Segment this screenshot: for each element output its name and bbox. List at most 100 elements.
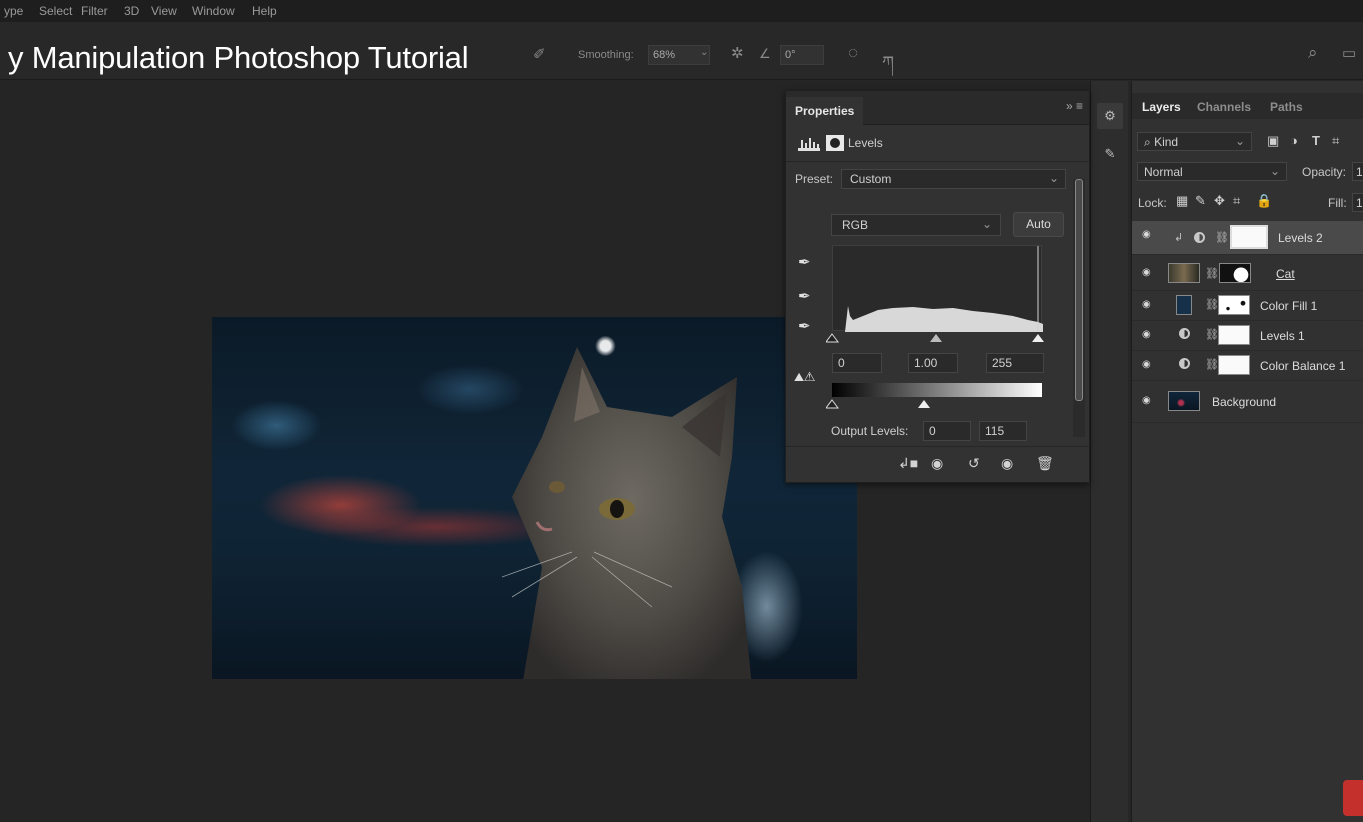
black-eyedropper-icon[interactable]: ✒: [798, 253, 811, 271]
shape-filter-icon[interactable]: ⌗: [1332, 133, 1339, 149]
menu-filter[interactable]: Filter: [81, 4, 108, 18]
properties-header: Properties » ≡: [786, 91, 1089, 125]
adjustment-filter-icon[interactable]: ◑: [1290, 133, 1298, 148]
layer-thumbnail[interactable]: [1168, 263, 1200, 283]
toggle-visibility-icon[interactable]: ◉: [1001, 455, 1013, 472]
tab-properties[interactable]: Properties: [786, 97, 864, 125]
layer-name[interactable]: Levels 2: [1278, 231, 1323, 245]
type-filter-icon[interactable]: T: [1312, 133, 1320, 148]
layer-name[interactable]: Levels 1: [1260, 329, 1305, 343]
scroll-thumb[interactable]: [1075, 179, 1083, 401]
properties-scrollbar[interactable]: [1073, 179, 1085, 437]
tab-layers[interactable]: Layers: [1142, 100, 1181, 114]
brush-dock-icon[interactable]: ✎: [1097, 141, 1123, 167]
fill-label: Fill:: [1328, 196, 1347, 210]
adjustment-layer-icon: [1179, 328, 1190, 339]
lock-artboard-icon[interactable]: ⌗: [1233, 193, 1240, 209]
tab-channels[interactable]: Channels: [1197, 100, 1251, 114]
pixel-filter-icon[interactable]: ▣: [1267, 133, 1279, 149]
menu-type[interactable]: ype: [4, 4, 23, 18]
gear-icon[interactable]: ✲: [731, 44, 744, 62]
layer-name[interactable]: Color Balance 1: [1260, 359, 1345, 373]
pressure-icon[interactable]: ◌: [848, 43, 858, 63]
input-sliders[interactable]: [826, 332, 1048, 346]
eye-icon[interactable]: ◉: [1142, 359, 1151, 370]
angle-input[interactable]: 0°: [780, 45, 824, 65]
menu-3d[interactable]: 3D: [124, 4, 139, 18]
chevron-down-icon[interactable]: ⌄: [700, 47, 708, 58]
eye-icon[interactable]: ◉: [1142, 267, 1151, 278]
output-white-field[interactable]: 115: [979, 421, 1027, 441]
opacity-input[interactable]: 1: [1352, 162, 1363, 181]
search-icon[interactable]: ⌕: [1308, 43, 1318, 63]
output-levels-label: Output Levels:: [831, 424, 909, 438]
layer-thumbnail[interactable]: [1168, 391, 1200, 411]
clip-indicator-icon: ↲: [1174, 232, 1184, 244]
output-black-field[interactable]: 0: [923, 421, 971, 441]
layer-mask-thumbnail[interactable]: [1230, 225, 1268, 249]
clipping-warning-icon[interactable]: ⛰⚠: [794, 370, 815, 385]
subscribe-badge[interactable]: [1343, 780, 1363, 816]
layer-name[interactable]: Color Fill 1: [1260, 299, 1317, 313]
menu-window[interactable]: Window: [192, 4, 235, 18]
layer-row-color-balance-1[interactable]: ◉ ⛓ Color Balance 1: [1132, 351, 1363, 381]
view-previous-icon[interactable]: ◉: [931, 455, 943, 472]
tab-paths[interactable]: Paths: [1270, 100, 1303, 114]
white-eyedropper-icon[interactable]: ✒: [798, 317, 811, 335]
input-white-field[interactable]: 255: [986, 353, 1044, 373]
panel-menu-icon[interactable]: » ≡: [1066, 99, 1083, 113]
input-gamma-field[interactable]: 1.00: [908, 353, 958, 373]
panel-dock-strip: ⚙ ✎: [1090, 81, 1128, 822]
properties-footer: ↲■ ◉ ↺ ◉ 🗑: [786, 446, 1089, 484]
layer-filter-select[interactable]: ⌕ Kind ⌄: [1137, 132, 1252, 151]
link-icon[interactable]: ⛓: [1215, 231, 1229, 244]
lock-all-icon[interactable]: 🔒: [1256, 193, 1272, 209]
lock-transparency-icon[interactable]: ▦: [1176, 193, 1188, 209]
layer-row-levels-2[interactable]: ◉ ↲ ⛓ Levels 2: [1132, 221, 1363, 255]
channel-select[interactable]: RGB ⌄: [831, 214, 1001, 236]
layer-name[interactable]: Background: [1212, 395, 1276, 409]
color-swatch-thumbnail[interactable]: [1176, 295, 1192, 315]
clip-to-layer-icon[interactable]: ↲■: [898, 455, 918, 472]
layer-row-color-fill-1[interactable]: ◉ ⛓ Color Fill 1: [1132, 291, 1363, 321]
reset-icon[interactable]: ↺: [968, 455, 980, 472]
mask-icon[interactable]: [826, 135, 844, 151]
link-icon[interactable]: ⛓: [1205, 267, 1219, 280]
lock-position-icon[interactable]: ✥: [1214, 193, 1225, 209]
menu-select[interactable]: Select: [39, 4, 72, 18]
preset-select[interactable]: Custom ⌄: [841, 169, 1066, 189]
link-icon[interactable]: ⛓: [1205, 358, 1219, 371]
layer-row-background[interactable]: ◉ Background: [1132, 381, 1363, 423]
layer-row-cat[interactable]: ◉ ⛓ Cat: [1132, 255, 1363, 291]
lock-pixels-icon[interactable]: ✎: [1195, 193, 1206, 209]
eye-icon[interactable]: ◉: [1142, 229, 1151, 240]
layer-row-levels-1[interactable]: ◉ ⛓ Levels 1: [1132, 321, 1363, 351]
eye-icon[interactable]: ◉: [1142, 329, 1151, 340]
angle-icon: ∠: [759, 46, 771, 61]
auto-button[interactable]: Auto: [1013, 212, 1064, 237]
menu-view[interactable]: View: [151, 4, 177, 18]
output-sliders[interactable]: [826, 398, 1048, 412]
fill-input[interactable]: 1: [1352, 193, 1363, 212]
properties-panel: Properties » ≡ Levels Preset: Custom ⌄ R…: [785, 90, 1090, 483]
layer-mask-thumbnail[interactable]: [1218, 325, 1250, 345]
link-icon[interactable]: ⛓: [1205, 328, 1219, 341]
smoothing-icon[interactable]: ✐: [533, 45, 546, 63]
workspace-icon[interactable]: ▭: [1342, 44, 1356, 62]
input-black-field[interactable]: 0: [832, 353, 882, 373]
layer-mask-thumbnail[interactable]: [1218, 295, 1250, 315]
eye-icon[interactable]: ◉: [1142, 299, 1151, 310]
adjustment-name: Levels: [848, 136, 883, 150]
eye-icon[interactable]: ◉: [1142, 395, 1151, 406]
layer-mask-thumbnail[interactable]: [1218, 355, 1250, 375]
blend-mode-select[interactable]: Normal ⌄: [1137, 162, 1287, 181]
properties-dock-icon[interactable]: ⚙: [1097, 103, 1123, 129]
menu-help[interactable]: Help: [252, 4, 277, 18]
layer-name[interactable]: Cat: [1276, 267, 1295, 281]
adjustment-layer-icon: [1194, 232, 1205, 243]
layer-mask-thumbnail[interactable]: [1219, 263, 1251, 283]
preset-label: Preset:: [795, 172, 834, 186]
trash-icon[interactable]: 🗑: [1036, 455, 1054, 472]
gray-eyedropper-icon[interactable]: ✒: [798, 287, 811, 305]
link-icon[interactable]: ⛓: [1205, 298, 1219, 311]
